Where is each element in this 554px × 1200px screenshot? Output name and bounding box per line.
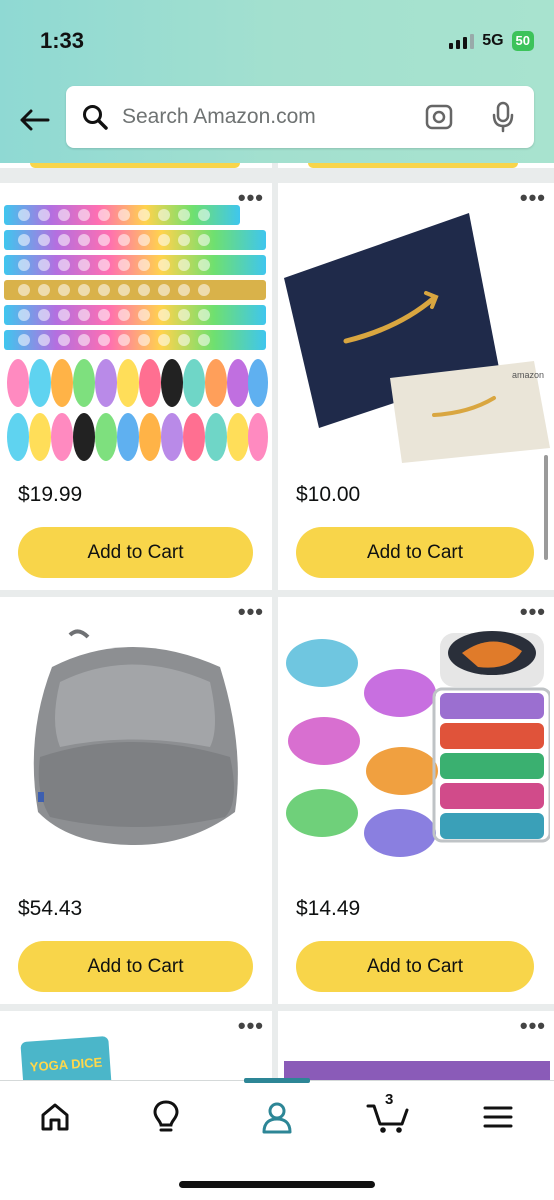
product-image-gift-card[interactable]: amazon bbox=[284, 213, 550, 463]
product-card[interactable]: ••• $14.49 Add to Cart bbox=[278, 597, 554, 1004]
lightbulb-icon bbox=[153, 1100, 179, 1132]
bottom-tab-bar: 3 bbox=[0, 1078, 554, 1200]
search-input[interactable]: Search Amazon.com bbox=[122, 105, 422, 129]
person-icon bbox=[262, 1102, 292, 1134]
signal-icon bbox=[449, 33, 475, 49]
battery-icon: 50 bbox=[511, 31, 534, 51]
product-card[interactable]: ••• bbox=[278, 1011, 554, 1080]
add-to-cart-button[interactable]: Add to Cart bbox=[18, 941, 253, 992]
tab-account[interactable] bbox=[247, 1095, 307, 1139]
more-options-icon[interactable]: ••• bbox=[238, 601, 264, 623]
product-card[interactable]: ••• bbox=[0, 183, 272, 590]
status-time: 1:33 bbox=[40, 28, 85, 53]
scrollbar[interactable] bbox=[544, 455, 548, 560]
app-header: 1:33 5G 50 Search Amazon.com bbox=[0, 0, 554, 163]
cart-button-partial[interactable] bbox=[30, 163, 240, 168]
add-to-cart-button[interactable]: Add to Cart bbox=[296, 527, 534, 578]
product-image-yoga-dice[interactable]: YOGA DICE bbox=[20, 1035, 112, 1080]
microphone-icon[interactable] bbox=[486, 100, 520, 134]
cart-button-partial[interactable] bbox=[308, 163, 518, 168]
product-price: $14.49 bbox=[296, 897, 361, 920]
add-to-cart-button[interactable]: Add to Cart bbox=[296, 941, 534, 992]
home-indicator[interactable] bbox=[179, 1181, 375, 1188]
more-options-icon[interactable]: ••• bbox=[520, 1015, 546, 1037]
tab-home[interactable] bbox=[25, 1095, 85, 1139]
product-card[interactable]: ••• $54.43 Add to Cart bbox=[0, 597, 272, 1004]
product-card[interactable]: ••• YOGA DICE bbox=[0, 1011, 272, 1080]
product-image-bean-bag-chair[interactable] bbox=[30, 627, 245, 845]
product-price: $19.99 bbox=[18, 483, 83, 506]
svg-text:amazon: amazon bbox=[512, 370, 544, 380]
arrow-left-icon bbox=[20, 109, 50, 131]
camera-icon[interactable] bbox=[422, 100, 456, 134]
product-card[interactable]: ••• amazon $10.00 Add to Cart bbox=[278, 183, 554, 590]
product-price: $54.43 bbox=[18, 897, 83, 920]
product-image-purple-box[interactable] bbox=[284, 1061, 550, 1080]
product-image-bracelets[interactable] bbox=[4, 203, 268, 465]
cart-count-badge: 3 bbox=[385, 1091, 394, 1108]
network-label: 5G bbox=[482, 32, 504, 49]
product-image-fluffy-putty[interactable] bbox=[282, 623, 550, 863]
active-tab-indicator bbox=[244, 1078, 310, 1083]
product-grid: ••• $19.99 Add to Cart ••• amazon $10.00… bbox=[0, 163, 554, 1080]
search-bar[interactable]: Search Amazon.com bbox=[66, 86, 534, 148]
tab-inspire[interactable] bbox=[136, 1095, 196, 1139]
back-button[interactable] bbox=[14, 100, 54, 140]
more-options-icon[interactable]: ••• bbox=[238, 187, 264, 209]
more-options-icon[interactable]: ••• bbox=[238, 1015, 264, 1037]
product-price: $10.00 bbox=[296, 483, 361, 506]
menu-icon bbox=[483, 1106, 513, 1128]
more-options-icon[interactable]: ••• bbox=[520, 187, 546, 209]
tab-cart[interactable]: 3 bbox=[358, 1091, 418, 1139]
home-icon bbox=[41, 1103, 69, 1131]
add-to-cart-button[interactable]: Add to Cart bbox=[18, 527, 253, 578]
magnifier-icon bbox=[80, 102, 110, 132]
yoga-dice-label: YOGA DICE bbox=[29, 1053, 103, 1075]
more-options-icon[interactable]: ••• bbox=[520, 601, 546, 623]
tab-menu[interactable] bbox=[468, 1095, 528, 1139]
status-indicators: 5G 50 bbox=[449, 31, 534, 51]
